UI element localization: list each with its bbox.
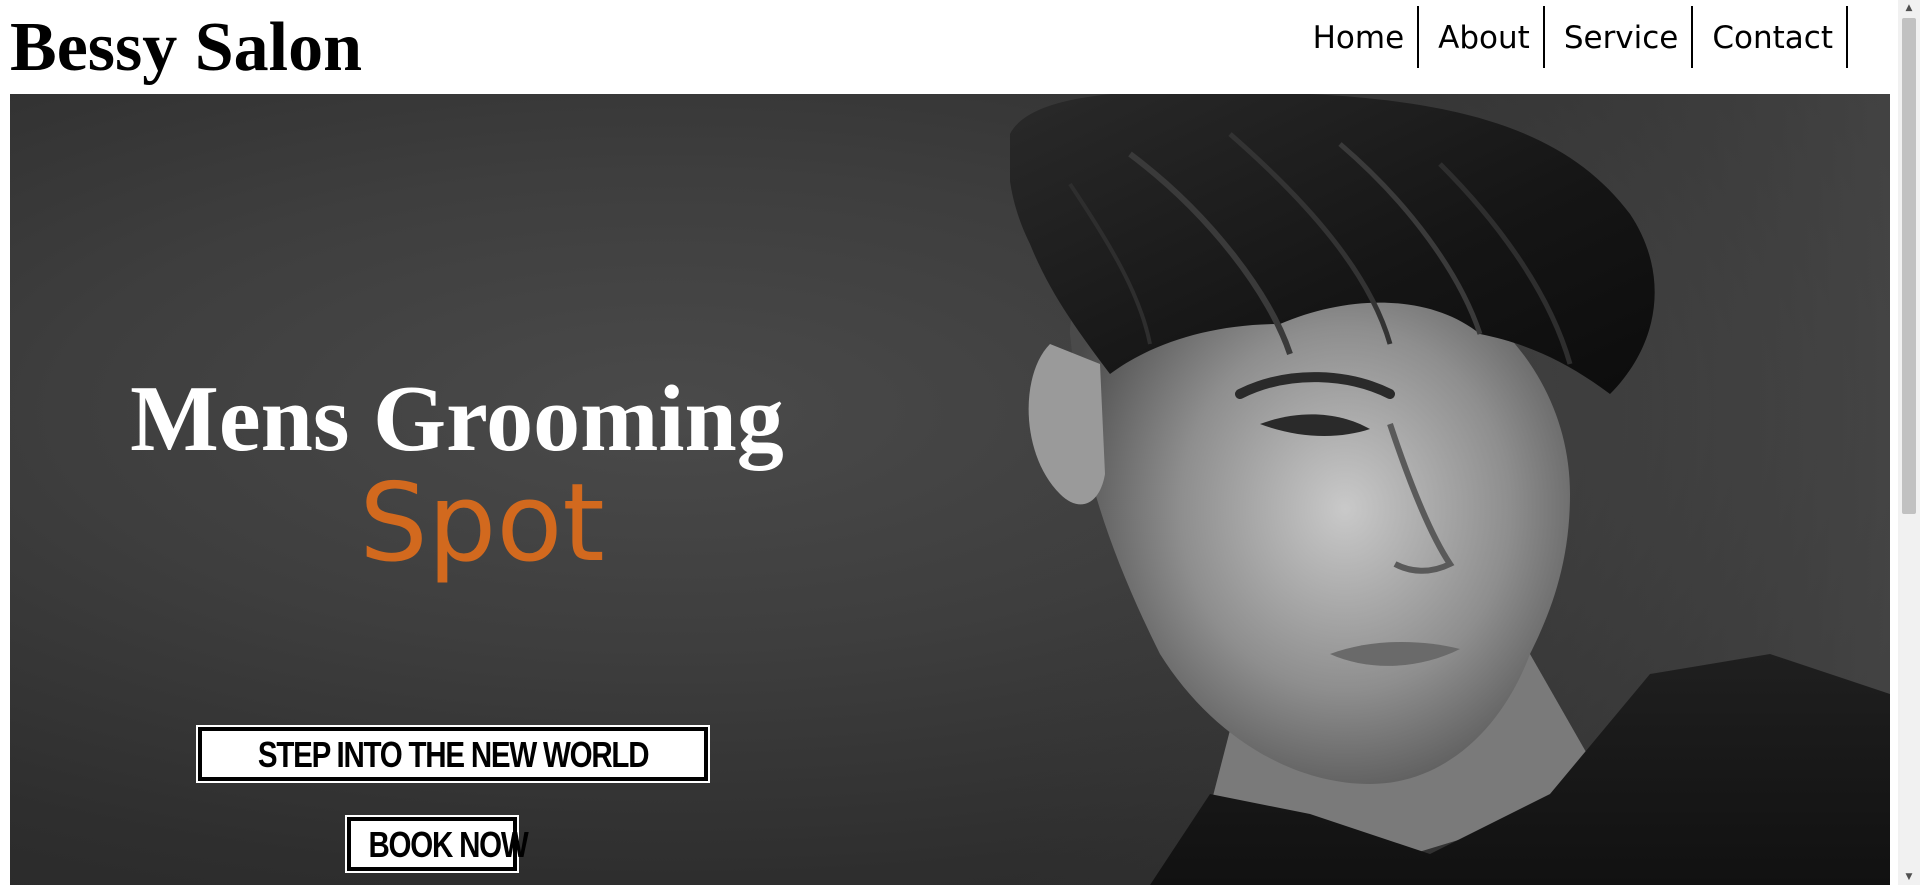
- nav-about-link[interactable]: About: [1419, 6, 1545, 68]
- nav-home-link[interactable]: Home: [1294, 6, 1420, 68]
- brand-logo[interactable]: Bessy Salon: [10, 8, 362, 88]
- nav-service-link[interactable]: Service: [1545, 6, 1694, 68]
- hero-banner: Mens Grooming Spot STEP INTO THE NEW WOR…: [10, 94, 1890, 885]
- step-button-label: STEP INTO THE NEW WORLD: [257, 734, 650, 775]
- site-header: Bessy Salon Home About Service Contact: [0, 0, 1898, 94]
- hero-subtitle-accent: Spot: [359, 461, 605, 586]
- vertical-scrollbar[interactable]: ▲ ▼: [1898, 0, 1920, 885]
- hero-title: Mens Grooming: [130, 367, 784, 471]
- book-now-button[interactable]: BOOK NOW: [345, 815, 529, 873]
- nav-contact-link[interactable]: Contact: [1693, 6, 1848, 68]
- step-into-new-world-button[interactable]: STEP INTO THE NEW WORLD: [196, 725, 710, 783]
- hero-portrait-image: [1010, 94, 1890, 885]
- scrollbar-thumb[interactable]: [1902, 18, 1916, 514]
- page: Bessy Salon Home About Service Contact M…: [0, 0, 1920, 885]
- main-nav: Home About Service Contact: [1294, 6, 1848, 68]
- book-button-label: BOOK NOW: [368, 824, 528, 865]
- triangle-up-icon[interactable]: ▲: [1898, 0, 1920, 16]
- triangle-down-icon[interactable]: ▼: [1898, 869, 1920, 885]
